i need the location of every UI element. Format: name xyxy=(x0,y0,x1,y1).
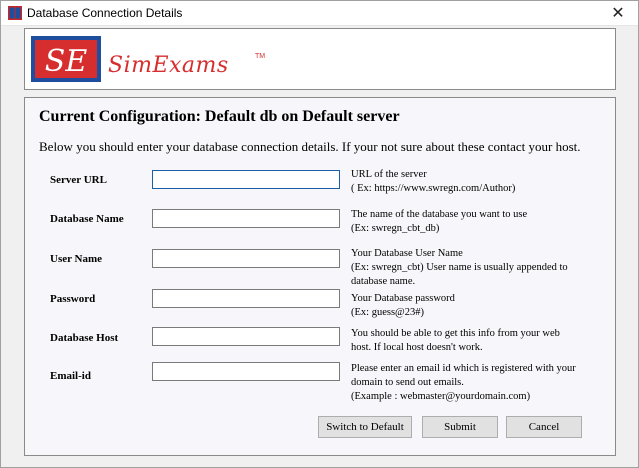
server-url-input[interactable] xyxy=(152,170,340,189)
password-label: Password xyxy=(50,293,96,305)
config-panel: Current Configuration: Default db on Def… xyxy=(24,97,616,456)
help-line: Your Database password xyxy=(351,293,455,304)
help-line: Please enter an email id which is regist… xyxy=(351,363,576,374)
help-line: domain to send out emails. xyxy=(351,377,464,388)
dialog-window: Database Connection Details ✕ SE SimExam… xyxy=(0,0,639,468)
password-input[interactable] xyxy=(152,289,340,308)
close-icon[interactable]: ✕ xyxy=(598,1,638,25)
email-id-input[interactable] xyxy=(152,362,340,381)
user-name-help: Your Database User Name (Ex: swregn_cbt)… xyxy=(351,247,601,289)
config-intro: Below you should enter your database con… xyxy=(39,139,581,154)
window-title: Database Connection Details xyxy=(27,6,183,20)
email-id-help: Please enter an email id which is regist… xyxy=(351,362,601,404)
help-line: The name of the database you want to use xyxy=(351,209,528,220)
logo-mark-text: SE xyxy=(45,44,88,79)
help-line: ( Ex: https://www.swregn.com/Author) xyxy=(351,183,516,194)
database-host-label: Database Host xyxy=(50,332,119,344)
submit-button[interactable]: Submit xyxy=(422,416,498,438)
password-help: Your Database password (Ex: guess@23#) xyxy=(351,292,601,320)
server-url-help: URL of the server ( Ex: https://www.swre… xyxy=(351,168,601,196)
logo-panel: SE SimExams TM xyxy=(24,28,616,90)
app-icon xyxy=(8,6,22,20)
user-name-input[interactable] xyxy=(152,249,340,268)
cancel-button[interactable]: Cancel xyxy=(506,416,582,438)
help-line: (Example : webmaster@yourdomain.com) xyxy=(351,391,531,402)
server-url-label: Server URL xyxy=(50,174,107,186)
database-name-help: The name of the database you want to use… xyxy=(351,208,601,236)
help-line: Your Database User Name xyxy=(351,248,463,259)
help-line: (Ex: swregn_cbt_db) xyxy=(351,223,440,234)
logo-trademark: TM xyxy=(255,53,266,60)
logo-wordmark: SimExams xyxy=(108,53,229,78)
help-line: (Ex: swregn_cbt) User name is usually ap… xyxy=(351,262,568,273)
help-line: You should be able to get this info from… xyxy=(351,328,560,339)
user-name-label: User Name xyxy=(50,253,103,265)
help-line: database name. xyxy=(351,276,416,287)
help-line: (Ex: guess@23#) xyxy=(351,307,424,318)
switch-to-default-button[interactable]: Switch to Default xyxy=(318,416,412,438)
simexams-logo-icon: SE xyxy=(31,36,101,82)
help-line: host. If local host doesn't work. xyxy=(351,342,483,353)
email-id-label: Email-id xyxy=(50,370,91,382)
help-line: URL of the server xyxy=(351,169,427,180)
database-name-input[interactable] xyxy=(152,209,340,228)
config-heading: Current Configuration: Default db on Def… xyxy=(39,108,400,125)
database-name-label: Database Name xyxy=(50,213,124,225)
title-bar: Database Connection Details ✕ xyxy=(1,1,638,26)
database-host-input[interactable] xyxy=(152,327,340,346)
database-host-help: You should be able to get this info from… xyxy=(351,327,601,355)
